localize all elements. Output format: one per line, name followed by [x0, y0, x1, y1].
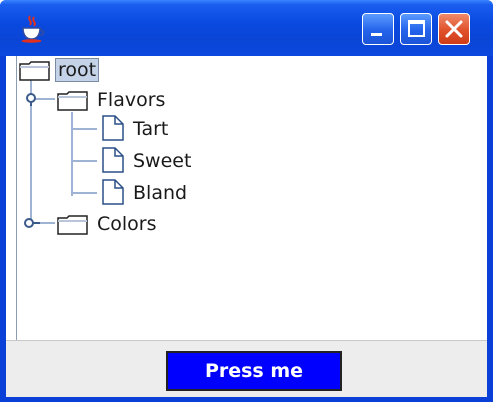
minimize-icon	[371, 33, 382, 36]
folder-icon	[57, 215, 88, 235]
button-panel: Press me	[6, 340, 487, 397]
title-bar[interactable]	[0, 0, 493, 56]
folder-icon	[57, 91, 88, 111]
file-icon	[102, 147, 124, 173]
tree-node-label[interactable]: Colors	[97, 212, 157, 236]
content-pane: root Flavors Tart Sweet Bland Colors Pre…	[6, 56, 487, 397]
maximize-icon	[408, 20, 425, 37]
tree-node-label[interactable]: Sweet	[133, 149, 191, 173]
collapsed-handle-icon[interactable]	[24, 216, 40, 230]
maximize-button[interactable]	[400, 13, 432, 45]
tree-node-label[interactable]: Flavors	[97, 88, 165, 112]
expanded-handle-icon[interactable]	[24, 92, 38, 106]
tree-connector-horizontal	[73, 160, 97, 162]
tree-connector-vertical	[71, 112, 73, 196]
tree-connector-horizontal	[73, 128, 97, 130]
file-icon	[102, 179, 124, 205]
minimize-button[interactable]	[362, 13, 394, 45]
file-icon	[102, 115, 124, 141]
java-cup-icon[interactable]	[18, 14, 48, 44]
press-me-button[interactable]: Press me	[166, 351, 342, 391]
tree-view[interactable]: root Flavors Tart Sweet Bland Colors	[16, 56, 487, 340]
tree-node-label[interactable]: Tart	[133, 117, 168, 141]
application-window: root Flavors Tart Sweet Bland Colors Pre…	[0, 0, 493, 402]
folder-icon	[19, 61, 50, 81]
tree-node-label[interactable]: Bland	[133, 181, 187, 205]
tree-connector-horizontal	[73, 192, 97, 194]
close-icon	[445, 20, 463, 38]
tree-node-label[interactable]: root	[55, 58, 100, 82]
close-button[interactable]	[438, 13, 470, 45]
